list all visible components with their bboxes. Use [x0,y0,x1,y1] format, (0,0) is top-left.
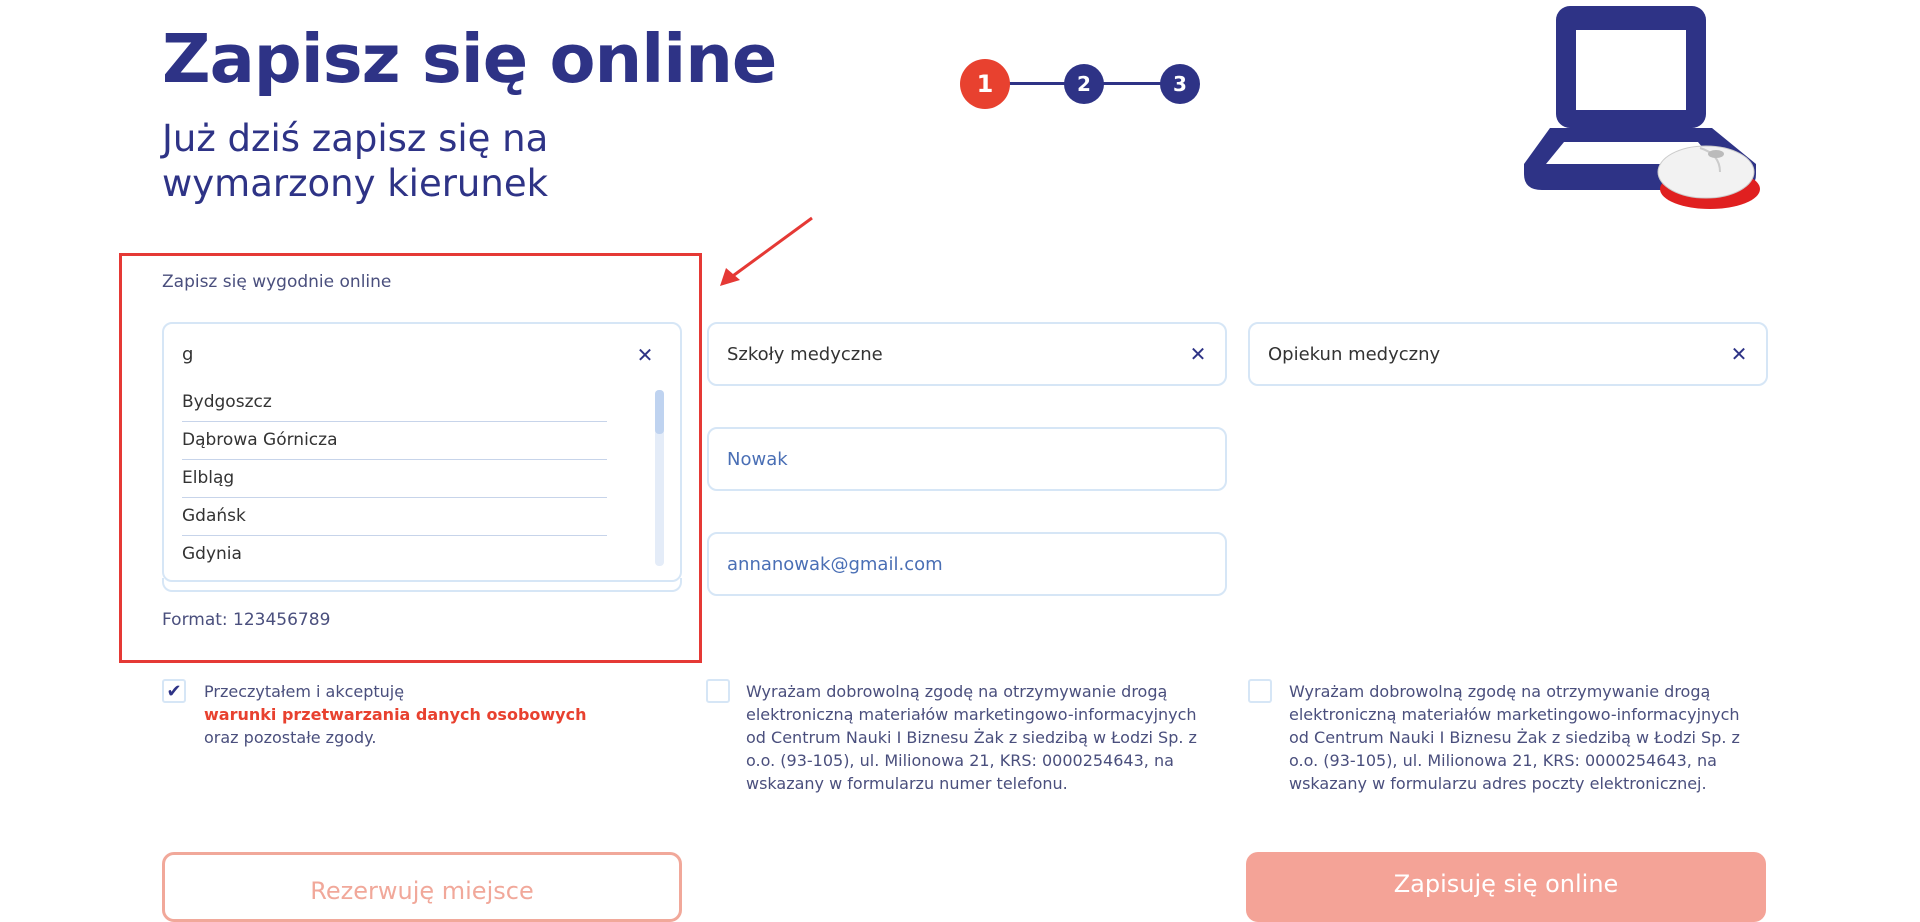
close-icon[interactable]: ✕ [636,345,654,365]
last-name-placeholder: Nowak [727,448,788,470]
course-value: Opiekun medyczny [1268,343,1441,365]
list-item[interactable]: Bydgoszcz [182,384,607,422]
school-type-select[interactable]: Szkoły medyczne ✕ [707,322,1227,386]
section-label: Zapisz się wygodnie online [162,272,392,292]
terms-line-1: Przeczytałem i akceptuję [204,682,405,701]
email-placeholder: annanowak@gmail.com [727,553,943,575]
city-search-input[interactable]: g [182,344,193,365]
course-select[interactable]: Opiekun medyczny ✕ [1248,322,1768,386]
list-item[interactable]: Dąbrowa Górnicza [182,422,607,460]
reserve-button[interactable]: Rezerwuję miejsce [162,852,682,922]
list-item[interactable]: Gdańsk [182,498,607,536]
dropdown-scrollbar[interactable] [655,390,664,566]
city-select-dropdown[interactable]: g ✕ Bydgoszcz Dąbrowa Górnicza Elbląg Gd… [162,322,682,592]
page-subtitle: Już dziś zapisz się na wymarzony kierune… [162,117,549,205]
phone-marketing-text: Wyrażam dobrowolną zgodę na otrzymywanie… [746,682,1197,793]
list-item[interactable]: Gdynia [182,536,607,573]
email-field[interactable]: annanowak@gmail.com [707,532,1227,596]
terms-consent-text: Przeczytałem i akceptuję warunki przetwa… [204,680,644,749]
annotation-arrow [720,216,813,286]
page-title: Zapisz się online [162,20,777,98]
email-marketing-checkbox[interactable] [1248,679,1272,703]
terms-checkbox[interactable]: ✔ [162,679,186,703]
terms-link[interactable]: warunki przetwarzania danych osobowych [204,705,586,724]
list-item[interactable]: Elbląg [182,460,607,498]
school-type-value: Szkoły medyczne [727,343,883,365]
email-marketing-text: Wyrażam dobrowolną zgodę na otrzymywanie… [1289,682,1740,793]
phone-field-edge [162,578,682,592]
close-icon[interactable]: ✕ [1189,344,1207,364]
phone-format-hint: Format: 123456789 [162,610,331,630]
last-name-field[interactable]: Nowak [707,427,1227,491]
step-3: 3 [1160,64,1200,104]
scrollbar-thumb[interactable] [655,390,664,434]
close-icon[interactable]: ✕ [1730,344,1748,364]
laptop-mouse-illustration [1524,6,1760,209]
check-icon: ✔ [166,680,182,702]
step-1-active: 1 [960,59,1010,109]
phone-marketing-checkbox[interactable] [706,679,730,703]
city-options-list: Bydgoszcz Dąbrowa Górnicza Elbląg Gdańsk… [182,384,607,573]
step-2: 2 [1064,64,1104,104]
terms-line-2: oraz pozostałe zgody. [204,728,377,747]
submit-button[interactable]: Zapisuję się online [1246,852,1766,922]
